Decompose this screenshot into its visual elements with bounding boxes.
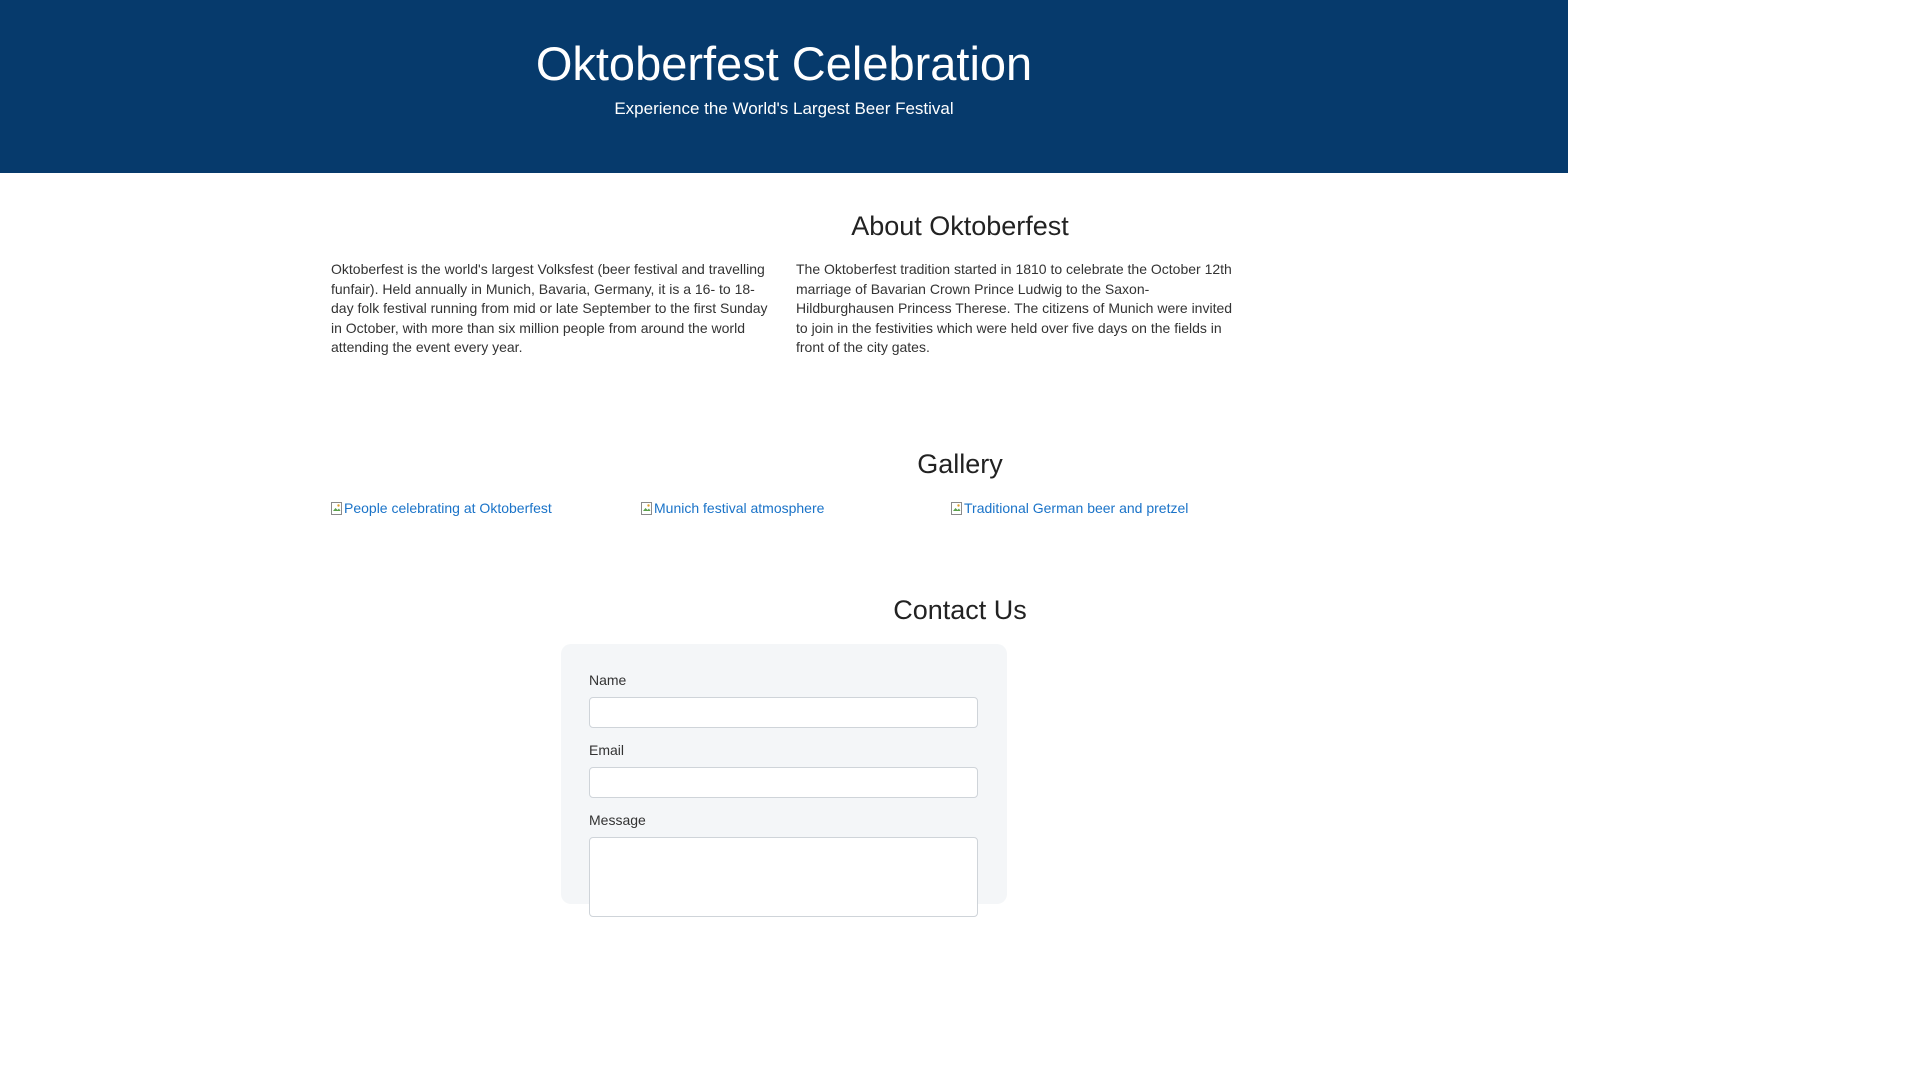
email-field[interactable] bbox=[589, 767, 978, 798]
page-title: Oktoberfest Celebration bbox=[535, 37, 1033, 90]
gallery-heading: Gallery bbox=[917, 449, 1003, 479]
name-label: Name bbox=[589, 672, 627, 688]
name-field[interactable] bbox=[589, 697, 978, 728]
gallery-image-alt: Traditional German beer and pretzel bbox=[964, 500, 1189, 516]
gallery-image-alt: Munich festival atmosphere bbox=[654, 500, 825, 516]
hero-banner: Oktoberfest Celebration Experience the W… bbox=[0, 0, 1568, 173]
gallery-image-alt: People celebrating at Oktoberfest bbox=[344, 500, 552, 516]
gallery-image-3[interactable]: Traditional German beer and pretzel bbox=[951, 498, 1241, 518]
broken-image-icon bbox=[951, 501, 962, 515]
broken-image-icon bbox=[331, 501, 342, 515]
about-paragraph-2: The Oktoberfest tradition started in 181… bbox=[796, 261, 1233, 356]
message-label: Message bbox=[589, 812, 646, 828]
contact-heading: Contact Us bbox=[893, 595, 1027, 625]
about-heading: About Oktoberfest bbox=[851, 211, 1069, 241]
about-paragraph-1: Oktoberfest is the world's largest Volks… bbox=[331, 261, 768, 356]
message-field[interactable] bbox=[589, 837, 978, 917]
page-subtitle: Experience the World's Largest Beer Fest… bbox=[614, 99, 954, 118]
email-label: Email bbox=[589, 742, 625, 758]
broken-image-icon bbox=[641, 501, 652, 515]
gallery-image-2[interactable]: Munich festival atmosphere bbox=[641, 498, 931, 518]
gallery-image-1[interactable]: People celebrating at Oktoberfest bbox=[331, 498, 621, 518]
